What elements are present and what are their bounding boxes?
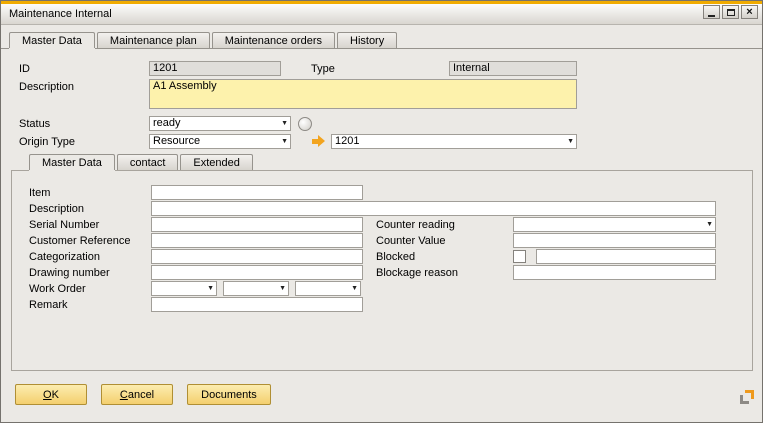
- tab-history[interactable]: History: [337, 32, 397, 48]
- status-label: Status: [19, 118, 50, 130]
- tab-label: Maintenance plan: [110, 35, 197, 47]
- blocked-label: Blocked: [376, 251, 415, 263]
- origin-type-dropdown[interactable]: Resource ▼: [149, 134, 291, 149]
- window-controls: ×: [703, 5, 758, 19]
- link-arrow-icon[interactable]: [310, 134, 328, 149]
- documents-button-label: Documents: [201, 389, 257, 401]
- id-label: ID: [19, 63, 30, 75]
- work-order-label: Work Order: [29, 283, 86, 295]
- origin-type-label: Origin Type: [19, 136, 75, 148]
- tab-label: History: [350, 35, 384, 47]
- categorization-field[interactable]: [151, 249, 363, 264]
- detail-description-field[interactable]: [151, 201, 716, 216]
- type-field[interactable]: Internal: [449, 61, 577, 76]
- window-title: Maintenance Internal: [9, 8, 112, 20]
- tab-label: Master Data: [42, 157, 102, 169]
- work-order-dropdown-2[interactable]: ▼: [223, 281, 289, 296]
- form-settings-icon[interactable]: [740, 390, 754, 404]
- maximize-icon: [727, 9, 735, 16]
- minimize-button[interactable]: [703, 5, 720, 19]
- main-tab-strip: Master Data Maintenance plan Maintenance…: [9, 32, 399, 48]
- tab-label: contact: [130, 157, 165, 169]
- link-arrow-tip: [318, 135, 325, 147]
- counter-value-label: Counter Value: [376, 235, 446, 247]
- customer-reference-label: Customer Reference: [29, 235, 131, 247]
- main-tab-divider: [1, 48, 762, 49]
- inner-tab-extended[interactable]: Extended: [180, 154, 252, 170]
- inner-tab-master-data[interactable]: Master Data: [29, 154, 115, 170]
- tab-master-data[interactable]: Master Data: [9, 32, 95, 48]
- tab-label: Master Data: [22, 35, 82, 47]
- counter-reading-label: Counter reading: [376, 219, 455, 231]
- close-icon: ×: [746, 7, 752, 18]
- status-value: ready: [153, 117, 181, 129]
- ok-button-label: OK: [43, 389, 59, 401]
- drawing-number-field[interactable]: [151, 265, 363, 280]
- chevron-down-icon: ▼: [281, 120, 288, 128]
- status-dropdown[interactable]: ready ▼: [149, 116, 291, 131]
- counter-value-field[interactable]: [513, 233, 716, 248]
- blocked-checkbox[interactable]: [513, 250, 526, 263]
- serial-number-field[interactable]: [151, 217, 363, 232]
- detail-description-label: Description: [29, 203, 84, 215]
- minimize-icon: [708, 15, 715, 17]
- work-order-dropdown-1[interactable]: ▼: [151, 281, 217, 296]
- close-button[interactable]: ×: [741, 5, 758, 19]
- chevron-down-icon: ▼: [706, 221, 713, 229]
- chevron-down-icon: ▼: [567, 138, 574, 146]
- tab-maintenance-plan[interactable]: Maintenance plan: [97, 32, 210, 48]
- maintenance-internal-window: Maintenance Internal × Master Data Maint…: [0, 0, 763, 423]
- drawing-number-label: Drawing number: [29, 267, 110, 279]
- id-field[interactable]: 1201: [149, 61, 281, 76]
- form-settings-icon-corner: [740, 395, 749, 404]
- chevron-down-icon: ▼: [351, 285, 358, 293]
- chevron-down-icon: ▼: [281, 138, 288, 146]
- tab-maintenance-orders[interactable]: Maintenance orders: [212, 32, 335, 48]
- origin-target-value: 1201: [335, 135, 359, 147]
- inner-tab-contact[interactable]: contact: [117, 154, 178, 170]
- tab-label: Maintenance orders: [225, 35, 322, 47]
- work-order-dropdown-3[interactable]: ▼: [295, 281, 361, 296]
- status-indicator-icon[interactable]: [298, 117, 312, 131]
- item-label: Item: [29, 187, 50, 199]
- inner-tab-strip: Master Data contact Extended: [29, 154, 255, 170]
- description-field[interactable]: A1 Assembly: [149, 79, 577, 109]
- chevron-down-icon: ▼: [279, 285, 286, 293]
- type-label: Type: [311, 63, 335, 75]
- blocked-field[interactable]: [536, 249, 716, 264]
- categorization-label: Categorization: [29, 251, 100, 263]
- remark-label: Remark: [29, 299, 68, 311]
- cancel-button[interactable]: Cancel: [101, 384, 173, 405]
- item-field[interactable]: [151, 185, 363, 200]
- origin-type-value: Resource: [153, 135, 200, 147]
- description-label: Description: [19, 81, 74, 93]
- ok-button[interactable]: OK: [15, 384, 87, 405]
- blockage-reason-field[interactable]: [513, 265, 716, 280]
- remark-field[interactable]: [151, 297, 363, 312]
- serial-number-label: Serial Number: [29, 219, 99, 231]
- documents-button[interactable]: Documents: [187, 384, 271, 405]
- cancel-button-label: Cancel: [120, 389, 154, 401]
- customer-reference-field[interactable]: [151, 233, 363, 248]
- counter-reading-dropdown[interactable]: ▼: [513, 217, 716, 232]
- chevron-down-icon: ▼: [207, 285, 214, 293]
- tab-label: Extended: [193, 157, 239, 169]
- origin-target-dropdown[interactable]: 1201 ▼: [331, 134, 577, 149]
- title-bar[interactable]: Maintenance Internal: [1, 4, 762, 25]
- maximize-button[interactable]: [722, 5, 739, 19]
- blockage-reason-label: Blockage reason: [376, 267, 458, 279]
